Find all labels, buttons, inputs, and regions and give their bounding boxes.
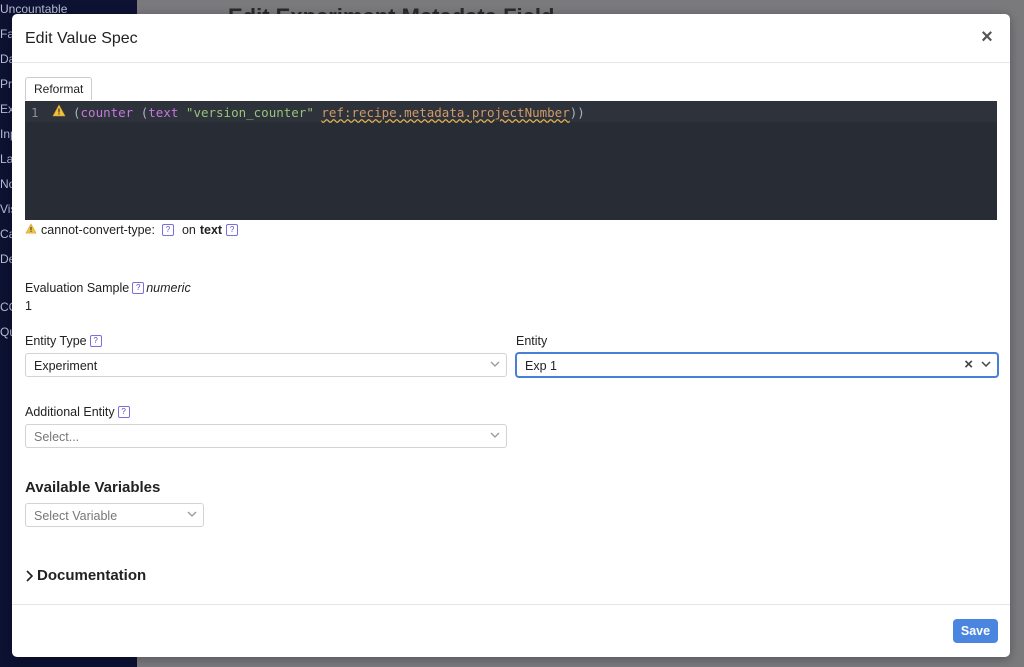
edit-value-spec-modal: Edit Value Spec × Reformat 1 (counter (t… xyxy=(12,14,1010,657)
code-token: ( xyxy=(133,105,149,120)
available-variables-title: Available Variables xyxy=(25,479,161,496)
select-variable-dropdown[interactable]: Select Variable xyxy=(25,503,204,527)
code-token: text xyxy=(148,105,179,120)
documentation-label: Documentation xyxy=(37,567,147,584)
code-line: (counter (text "version_counter" ref:rec… xyxy=(73,105,585,120)
documentation-toggle[interactable]: Documentation xyxy=(24,567,146,584)
code-token: )) xyxy=(569,105,585,120)
entity-type-select[interactable]: Experiment xyxy=(25,353,507,377)
code-token: ( xyxy=(73,105,81,120)
help-icon[interactable]: ? xyxy=(161,224,174,236)
evaluation-sample-text: Evaluation Sample xyxy=(25,281,130,295)
reformat-button[interactable]: Reformat xyxy=(25,77,93,100)
entity-label: Entity xyxy=(516,334,547,348)
entity-text: Entity xyxy=(516,334,548,348)
save-button[interactable]: Save xyxy=(953,619,998,643)
code-token: ref:recipe.metadata.projectNumber xyxy=(321,105,570,120)
entity-type-label: Entity Type ? xyxy=(25,334,102,348)
footer-divider xyxy=(12,604,1010,605)
modal-header: Edit Value Spec × xyxy=(12,14,1010,63)
additional-entity-label: Additional Entity ? xyxy=(25,405,130,419)
diagnostic-code: cannot-convert-type: xyxy=(41,223,155,237)
chevron-down-icon xyxy=(490,432,500,438)
line-number: 1 xyxy=(31,105,39,120)
evaluation-sample-label: Evaluation Sample ? numeric xyxy=(25,281,191,295)
entity-select[interactable]: Exp 1 × xyxy=(516,353,998,377)
warning-triangle-icon xyxy=(52,104,66,120)
help-icon[interactable]: ? xyxy=(226,224,239,236)
diagnostic-message: cannot-convert-type: ? on text ? xyxy=(25,223,239,237)
evaluation-type: numeric xyxy=(146,281,191,295)
entity-type-value: Experiment xyxy=(34,359,98,373)
close-icon[interactable]: × xyxy=(976,26,998,48)
help-icon[interactable]: ? xyxy=(117,406,130,418)
entity-type-text: Entity Type xyxy=(25,334,87,348)
modal-title: Edit Value Spec xyxy=(25,30,138,47)
clear-icon[interactable]: × xyxy=(964,356,973,373)
entity-value: Exp 1 xyxy=(525,359,557,373)
additional-entity-placeholder: Select... xyxy=(34,430,80,444)
diagnostic-target: text xyxy=(199,223,223,237)
warning-triangle-icon xyxy=(25,223,37,237)
chevron-down-icon xyxy=(187,511,197,517)
code-token: counter xyxy=(80,105,134,120)
help-icon[interactable]: ? xyxy=(132,282,145,294)
additional-entity-select[interactable]: Select... xyxy=(25,424,507,448)
additional-entity-text: Additional Entity xyxy=(25,405,115,419)
code-editor[interactable]: 1 (counter (text "version_counter" ref:r… xyxy=(25,101,997,220)
help-icon[interactable]: ? xyxy=(89,335,102,347)
chevron-right-icon xyxy=(26,569,34,582)
chevron-down-icon xyxy=(490,361,500,367)
diagnostic-on-label: on xyxy=(181,223,196,237)
select-variable-placeholder: Select Variable xyxy=(34,509,118,523)
evaluation-sample-value: 1 xyxy=(25,299,32,313)
chevron-down-icon xyxy=(981,361,991,368)
code-token: "version_counter" xyxy=(185,105,314,120)
